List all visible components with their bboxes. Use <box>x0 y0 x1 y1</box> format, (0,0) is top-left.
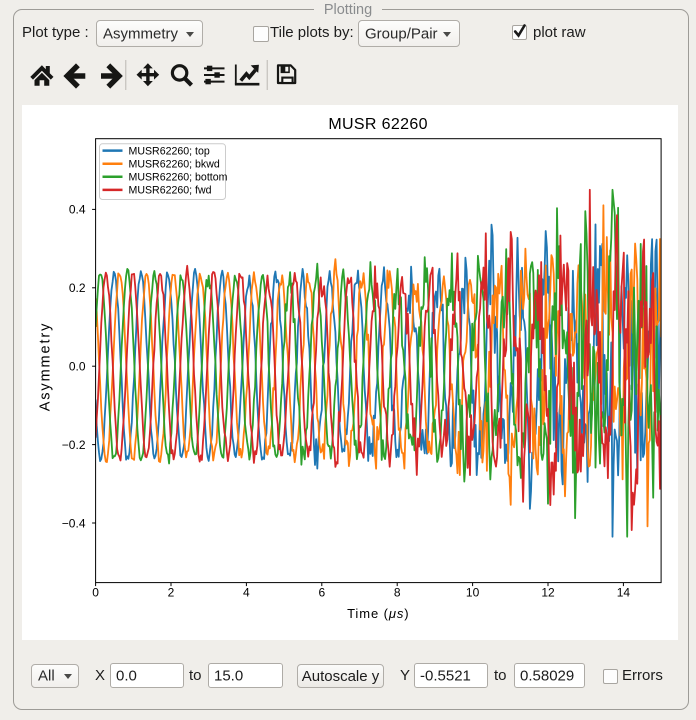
svg-text:10: 10 <box>466 586 480 600</box>
svg-text:14: 14 <box>617 586 631 600</box>
svg-text:12: 12 <box>541 586 555 600</box>
svg-text:MUSR62260; top: MUSR62260; top <box>129 145 210 157</box>
svg-text:0: 0 <box>92 586 99 600</box>
svg-text:Time (μs): Time (μs) <box>347 606 409 621</box>
svg-text:MUSR62260; bkwd: MUSR62260; bkwd <box>129 159 220 171</box>
svg-text:6: 6 <box>318 586 325 600</box>
svg-text:MUSR 62260: MUSR 62260 <box>328 116 428 133</box>
svg-text:8: 8 <box>394 586 401 600</box>
svg-text:−0.4: −0.4 <box>62 516 86 530</box>
svg-text:2: 2 <box>168 586 175 600</box>
svg-text:MUSR62260; bottom: MUSR62260; bottom <box>129 172 228 184</box>
svg-text:MUSR62260; fwd: MUSR62260; fwd <box>129 185 212 197</box>
svg-text:−0.2: −0.2 <box>62 438 86 452</box>
svg-text:Asymmetry: Asymmetry <box>38 322 54 412</box>
svg-text:0.4: 0.4 <box>69 203 86 217</box>
svg-text:0.2: 0.2 <box>69 281 86 295</box>
svg-text:0.0: 0.0 <box>69 360 86 374</box>
svg-text:4: 4 <box>243 586 250 600</box>
